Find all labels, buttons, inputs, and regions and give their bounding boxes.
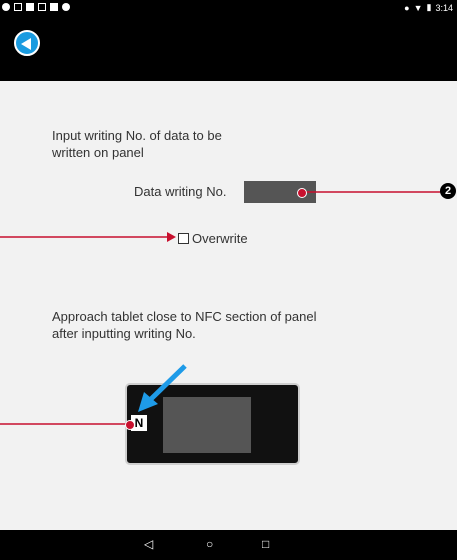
home-nav-icon[interactable]: ○: [206, 537, 213, 551]
annotation-overlay: [0, 191, 443, 425]
callout-arrowhead: [167, 232, 176, 242]
recents-nav-icon[interactable]: □: [262, 537, 269, 551]
navigation-bar: ◁ ○ □: [0, 530, 457, 560]
callout-number-badge: 2: [440, 183, 456, 199]
callout-dot: [125, 420, 135, 430]
callout-dot: [297, 188, 307, 198]
pointer-line: [148, 364, 187, 402]
back-nav-icon[interactable]: ◁: [144, 537, 153, 551]
